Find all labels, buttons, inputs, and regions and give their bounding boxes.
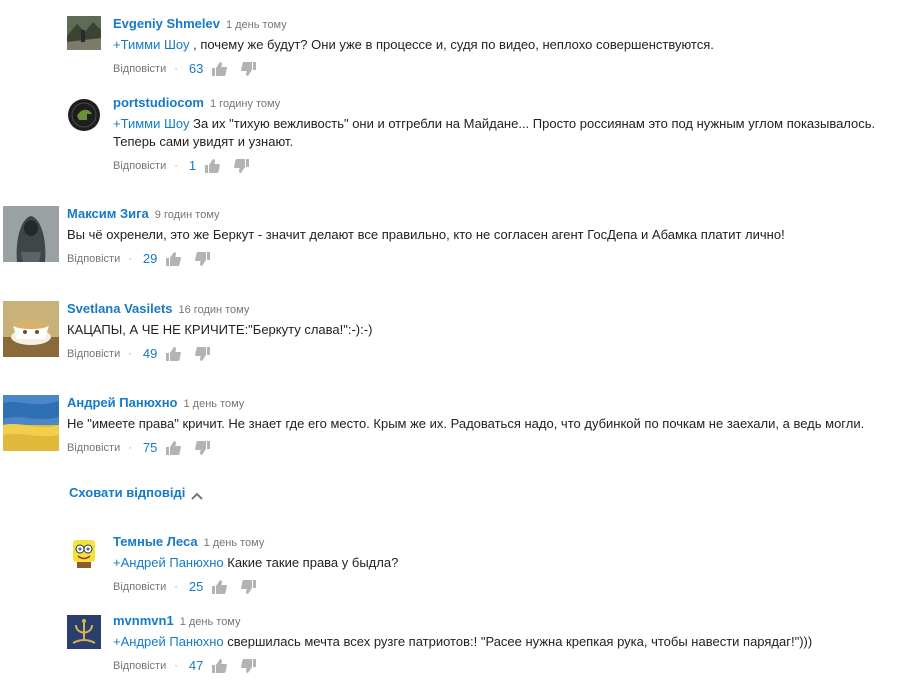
comment-text: +Андрей Панюхно свершилась мечта всех ру… bbox=[113, 633, 897, 651]
timestamp[interactable]: 1 день тому bbox=[184, 398, 245, 410]
thumbs-up-icon[interactable] bbox=[211, 61, 228, 77]
avatar[interactable] bbox=[67, 615, 101, 649]
thumbs-down-icon[interactable] bbox=[195, 251, 211, 267]
comment-body: Не "имеете права" кричит. Не знает где е… bbox=[67, 416, 865, 431]
like-count: 29 bbox=[142, 251, 158, 266]
timestamp[interactable]: 9 годин тому bbox=[155, 209, 220, 221]
hide-replies-button[interactable]: Сховати відповіді bbox=[69, 485, 204, 501]
thumbs-down-icon[interactable] bbox=[241, 579, 257, 595]
reply-button[interactable]: Відповісти bbox=[67, 345, 120, 363]
mention-link[interactable]: +Тимми Шоу bbox=[113, 116, 189, 131]
comment-text: КАЦАПЫ, А ЧЕ НЕ КРИЧИТЕ:"Беркуту слава!"… bbox=[67, 321, 893, 339]
avatar[interactable] bbox=[67, 98, 101, 132]
timestamp[interactable]: 16 годин тому bbox=[179, 304, 250, 316]
chevron-up-icon bbox=[191, 489, 204, 500]
author-name[interactable]: Андрей Панюхно bbox=[67, 395, 178, 410]
comment-body: Вы чё охренели, это же Беркут - значит д… bbox=[67, 227, 785, 242]
thumbs-up-icon[interactable] bbox=[165, 346, 182, 362]
mountain-photo-avatar-icon bbox=[67, 16, 101, 50]
timestamp[interactable]: 1 годину тому bbox=[210, 98, 280, 110]
thumbs-up-icon[interactable] bbox=[165, 251, 182, 267]
reply-button[interactable]: Відповісти bbox=[113, 157, 166, 175]
separator-dot: · bbox=[128, 253, 132, 265]
avatar[interactable] bbox=[3, 301, 59, 357]
author-name[interactable]: Темные Леса bbox=[113, 534, 198, 549]
like-count: 75 bbox=[142, 440, 158, 455]
avatar[interactable] bbox=[67, 536, 101, 570]
gold-emblem-avatar-icon bbox=[67, 615, 101, 649]
mention-link[interactable]: +Тимми Шоу bbox=[113, 37, 189, 52]
separator-dot: · bbox=[174, 660, 178, 672]
timestamp[interactable]: 1 день тому bbox=[180, 616, 241, 628]
comment-body: За их "тихую вежливость" они и отгребли … bbox=[113, 116, 876, 149]
thumbs-down-icon[interactable] bbox=[195, 346, 211, 362]
timestamp[interactable]: 1 день тому bbox=[226, 19, 287, 31]
thumbs-down-icon[interactable] bbox=[241, 658, 257, 674]
separator-dot: · bbox=[128, 348, 132, 360]
avatar[interactable] bbox=[3, 395, 59, 451]
comment-body: Какие такие права у быдла? bbox=[223, 555, 399, 570]
avatar[interactable] bbox=[3, 206, 59, 262]
like-count: 49 bbox=[142, 346, 158, 361]
like-count: 63 bbox=[188, 61, 204, 76]
reply-button[interactable]: Відповісти bbox=[113, 60, 166, 78]
dark-logo-avatar-icon bbox=[67, 98, 101, 132]
thumbs-up-icon[interactable] bbox=[204, 158, 221, 174]
comment-body: КАЦАПЫ, А ЧЕ НЕ КРИЧИТЕ:"Беркуту слава!"… bbox=[67, 322, 373, 337]
comment-text: +Тимми Шоу За их "тихую вежливость" они … bbox=[113, 115, 893, 151]
cartoon-sponge-avatar-icon bbox=[67, 536, 101, 570]
comment-body: свершилась мечта всех рузге патриотов:! … bbox=[223, 634, 813, 649]
reply-button[interactable]: Відповісти bbox=[67, 439, 120, 457]
like-count: 47 bbox=[188, 658, 204, 673]
comment-body: , почему же будут? Они уже в процессе и,… bbox=[189, 37, 714, 52]
avatar[interactable] bbox=[67, 16, 101, 50]
reply-button[interactable]: Відповісти bbox=[113, 657, 166, 675]
separator-dot: · bbox=[174, 581, 178, 593]
thumbs-up-icon[interactable] bbox=[211, 658, 228, 674]
comment-text: Не "имеете права" кричит. Не знает где е… bbox=[67, 415, 887, 433]
reply-button[interactable]: Відповісти bbox=[113, 578, 166, 596]
author-name[interactable]: Evgeniy Shmelev bbox=[113, 16, 220, 31]
author-name[interactable]: Svetlana Vasilets bbox=[67, 301, 173, 316]
hide-replies-label: Сховати відповіді bbox=[69, 485, 186, 500]
timestamp[interactable]: 1 день тому bbox=[204, 537, 265, 549]
comment-text: +Андрей Панюхно Какие такие права у быдл… bbox=[113, 554, 893, 572]
like-count: 25 bbox=[188, 579, 204, 594]
mention-link[interactable]: +Андрей Панюхно bbox=[113, 634, 224, 649]
hooded-figure-avatar-icon bbox=[3, 206, 59, 262]
separator-dot: · bbox=[174, 63, 178, 75]
thumbs-down-icon[interactable] bbox=[241, 61, 257, 77]
reply-button[interactable]: Відповісти bbox=[67, 250, 120, 268]
teacup-avatar-icon bbox=[3, 301, 59, 357]
thumbs-up-icon[interactable] bbox=[165, 440, 182, 456]
thumbs-down-icon[interactable] bbox=[234, 158, 250, 174]
separator-dot: · bbox=[128, 442, 132, 454]
mention-link[interactable]: +Андрей Панюхно bbox=[113, 555, 224, 570]
thumbs-down-icon[interactable] bbox=[195, 440, 211, 456]
thumbs-up-icon[interactable] bbox=[211, 579, 228, 595]
author-name[interactable]: portstudiocom bbox=[113, 95, 204, 110]
ukraine-flag-avatar-icon bbox=[3, 395, 59, 451]
author-name[interactable]: mvnmvn1 bbox=[113, 613, 174, 628]
like-count: 1 bbox=[188, 158, 197, 173]
author-name[interactable]: Максим Зига bbox=[67, 206, 149, 221]
comment-text: +Тимми Шоу , почему же будут? Они уже в … bbox=[113, 36, 893, 54]
separator-dot: · bbox=[174, 160, 178, 172]
comment-text: Вы чё охренели, это же Беркут - значит д… bbox=[67, 226, 893, 244]
